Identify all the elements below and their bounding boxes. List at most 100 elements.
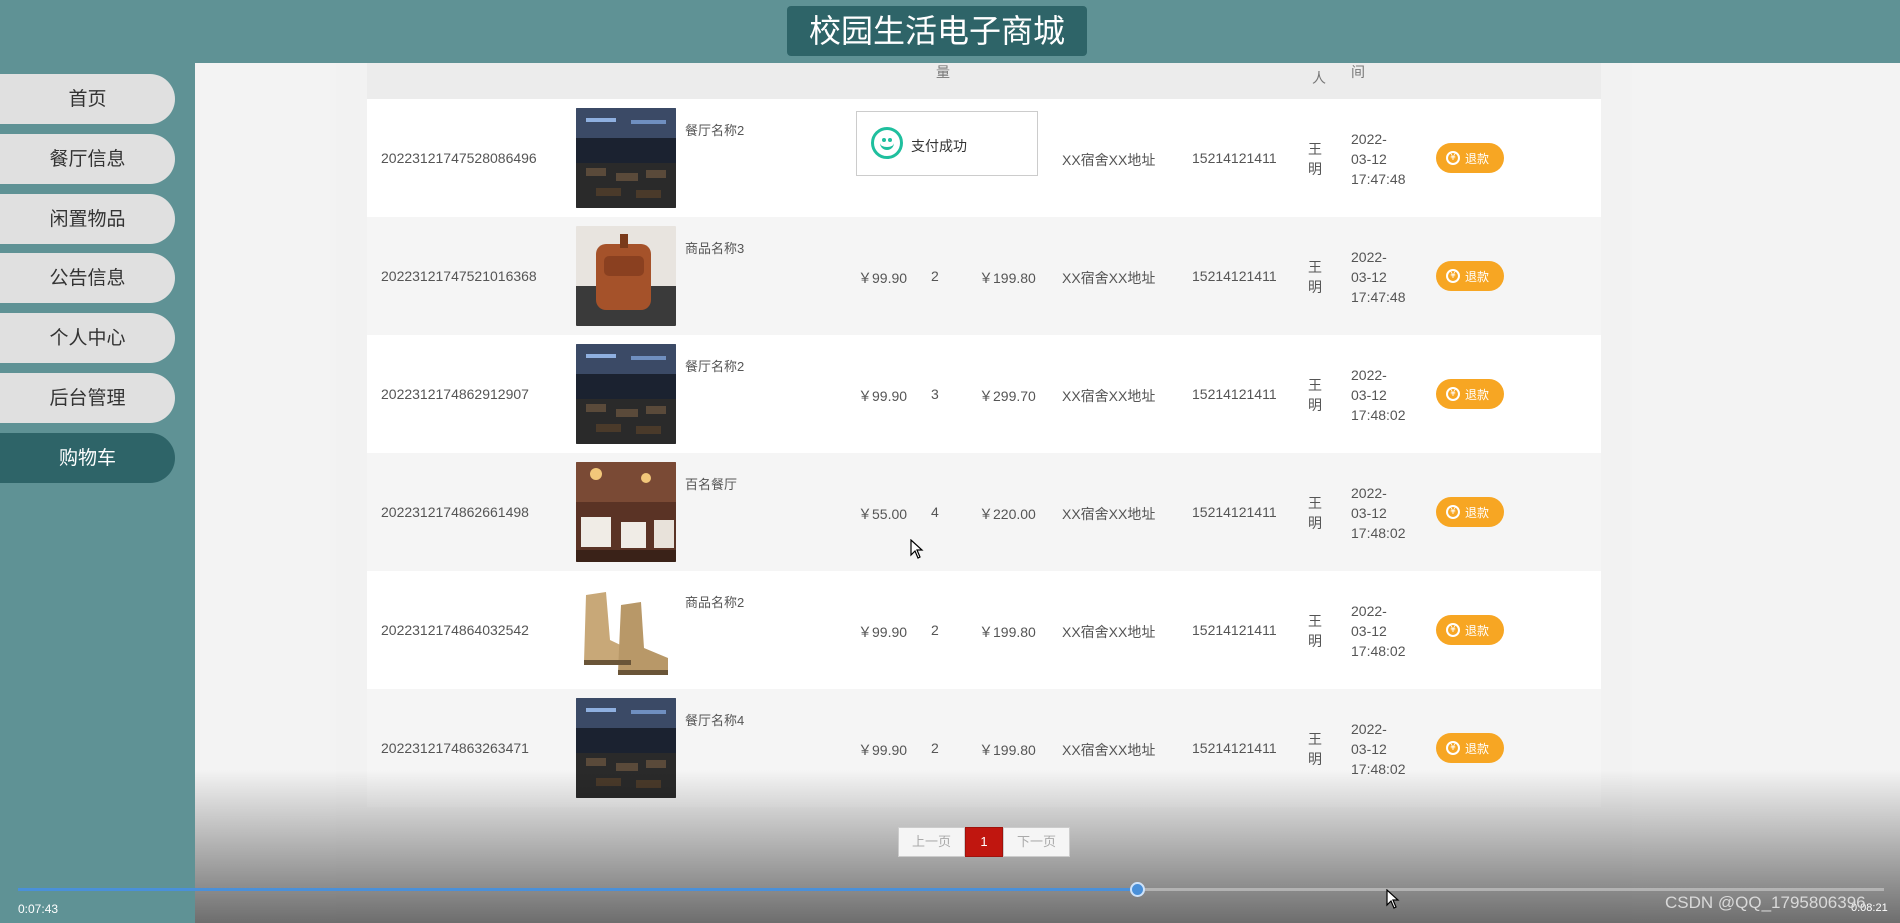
orders-table: 量 人 间 20223121747528086496 餐厅名称2 支付成功 XX… <box>367 63 1601 807</box>
sidebar-nav: 首页 餐厅信息 闲置物品 公告信息 个人中心 后台管理 购物车 <box>0 63 195 923</box>
order-time-year: 2022- <box>1351 721 1387 737</box>
unit-price: ￥99.90 <box>858 270 908 286</box>
sidebar-item-restaurants[interactable]: 餐厅信息 <box>0 134 175 184</box>
product-name[interactable]: 餐厅名称2 <box>685 120 744 139</box>
product-name[interactable]: 商品名称2 <box>685 592 744 611</box>
refund-button[interactable]: ¥ 退款 <box>1436 497 1504 527</box>
total-price: ￥299.70 <box>979 388 1036 404</box>
sidebar-item-admin[interactable]: 后台管理 <box>0 373 175 423</box>
page-number-button[interactable]: 1 <box>965 827 1003 857</box>
table-row: 2022312174862661498 百名餐厅 ￥55.00 4 ￥220.0… <box>367 453 1601 571</box>
refund-button[interactable]: ¥ 退款 <box>1436 379 1504 409</box>
order-number: 2022312174862661498 <box>381 504 529 520</box>
sidebar-item-announcements[interactable]: 公告信息 <box>0 253 175 303</box>
address: XX宿舍XX地址 <box>1062 506 1156 522</box>
receiver: 王明 <box>1308 259 1322 295</box>
order-time-date: 03-12 <box>1351 269 1387 285</box>
sidebar-item-cart[interactable]: 购物车 <box>0 433 175 483</box>
table-header: 量 人 间 <box>367 63 1601 99</box>
refund-button[interactable]: ¥ 退款 <box>1436 143 1504 173</box>
unit-price: ￥99.90 <box>858 624 908 640</box>
order-number: 20223121747521016368 <box>381 268 537 284</box>
phone: 15214121411 <box>1192 150 1277 166</box>
address: XX宿舍XX地址 <box>1062 742 1156 758</box>
table-row: 20223121747528086496 餐厅名称2 支付成功 XX宿舍XX地址… <box>367 99 1601 217</box>
restaurant-photo <box>576 344 676 444</box>
next-page-button[interactable]: 下一页 <box>1003 827 1070 857</box>
total-price: ￥199.80 <box>979 624 1036 640</box>
order-number: 2022312174864032542 <box>381 622 529 638</box>
receiver: 王明 <box>1308 731 1322 767</box>
order-time-year: 2022- <box>1351 367 1387 383</box>
yen-coin-icon: ¥ <box>1446 741 1460 755</box>
yen-coin-icon: ¥ <box>1446 269 1460 283</box>
receiver: 王明 <box>1308 495 1322 531</box>
receiver: 王明 <box>1308 613 1322 649</box>
address: XX宿舍XX地址 <box>1062 152 1156 168</box>
unit-price: ￥99.90 <box>858 388 908 404</box>
refund-button[interactable]: ¥ 退款 <box>1436 733 1504 763</box>
video-progress-handle[interactable] <box>1129 882 1145 897</box>
leather-bag-photo <box>576 226 676 326</box>
order-time-date: 03-12 <box>1351 151 1387 167</box>
payment-success-popup: 支付成功 <box>856 111 1038 176</box>
order-time-year: 2022- <box>1351 131 1387 147</box>
mouse-cursor-icon <box>910 539 924 559</box>
dining-room-photo <box>576 462 676 562</box>
header-fragment-qty: 量 <box>936 65 950 81</box>
prev-page-button[interactable]: 上一页 <box>898 827 965 857</box>
quantity: 4 <box>931 504 939 520</box>
order-time-clock: 17:48:02 <box>1351 525 1406 541</box>
unit-price: ￥55.00 <box>858 506 908 522</box>
order-number: 2022312174862912907 <box>381 386 529 402</box>
csdn-watermark: CSDN @QQ_1795806396 <box>1665 893 1866 912</box>
product-name[interactable]: 餐厅名称2 <box>685 356 744 375</box>
total-price: ￥199.80 <box>979 742 1036 758</box>
order-time-date: 03-12 <box>1351 741 1387 757</box>
yen-coin-icon: ¥ <box>1446 505 1460 519</box>
restaurant-photo <box>576 108 676 208</box>
quantity: 2 <box>931 622 939 638</box>
refund-button[interactable]: ¥ 退款 <box>1436 615 1504 645</box>
yen-coin-icon: ¥ <box>1446 623 1460 637</box>
video-current-time: 0:07:43 <box>18 902 59 916</box>
video-progress-bar[interactable] <box>18 882 1884 897</box>
header-fragment-time: 间 <box>1351 65 1365 81</box>
refund-button[interactable]: ¥ 退款 <box>1436 261 1504 291</box>
table-row: 20223121747521016368 商品名称3 ￥99.90 2 ￥199… <box>367 217 1601 335</box>
mouse-cursor-icon <box>1386 889 1400 909</box>
smile-icon <box>871 127 903 159</box>
order-time-clock: 17:47:48 <box>1351 289 1406 305</box>
phone: 15214121411 <box>1192 386 1277 402</box>
product-name[interactable]: 餐厅名称4 <box>685 710 744 729</box>
quantity: 3 <box>931 386 939 402</box>
order-time-year: 2022- <box>1351 485 1387 501</box>
phone: 15214121411 <box>1192 622 1277 638</box>
address: XX宿舍XX地址 <box>1062 270 1156 286</box>
order-number: 2022312174863263471 <box>381 740 529 756</box>
order-time-date: 03-12 <box>1351 505 1387 521</box>
yen-coin-icon: ¥ <box>1446 151 1460 165</box>
boots-photo <box>576 580 676 680</box>
address: XX宿舍XX地址 <box>1062 388 1156 404</box>
sidebar-item-personal-center[interactable]: 个人中心 <box>0 313 175 363</box>
table-row: 2022312174862912907 餐厅名称2 ￥99.90 3 ￥299.… <box>367 335 1601 453</box>
order-time-clock: 17:48:02 <box>1351 643 1406 659</box>
receiver: 王明 <box>1308 141 1322 177</box>
order-time-clock: 17:47:48 <box>1351 171 1406 187</box>
payment-success-text: 支付成功 <box>911 139 967 155</box>
product-name[interactable]: 商品名称3 <box>685 238 744 257</box>
video-progress-fill <box>18 888 1138 891</box>
unit-price: ￥99.90 <box>858 742 908 758</box>
address: XX宿舍XX地址 <box>1062 624 1156 640</box>
sidebar-item-home[interactable]: 首页 <box>0 74 175 124</box>
sidebar-item-idle-items[interactable]: 闲置物品 <box>0 194 175 244</box>
order-number: 20223121747528086496 <box>381 150 537 166</box>
order-time-date: 03-12 <box>1351 387 1387 403</box>
order-time-clock: 17:48:02 <box>1351 407 1406 423</box>
total-price: ￥220.00 <box>979 506 1036 522</box>
product-name[interactable]: 百名餐厅 <box>685 474 737 493</box>
phone: 15214121411 <box>1192 504 1277 520</box>
quantity: 2 <box>931 268 939 284</box>
phone: 15214121411 <box>1192 268 1277 284</box>
